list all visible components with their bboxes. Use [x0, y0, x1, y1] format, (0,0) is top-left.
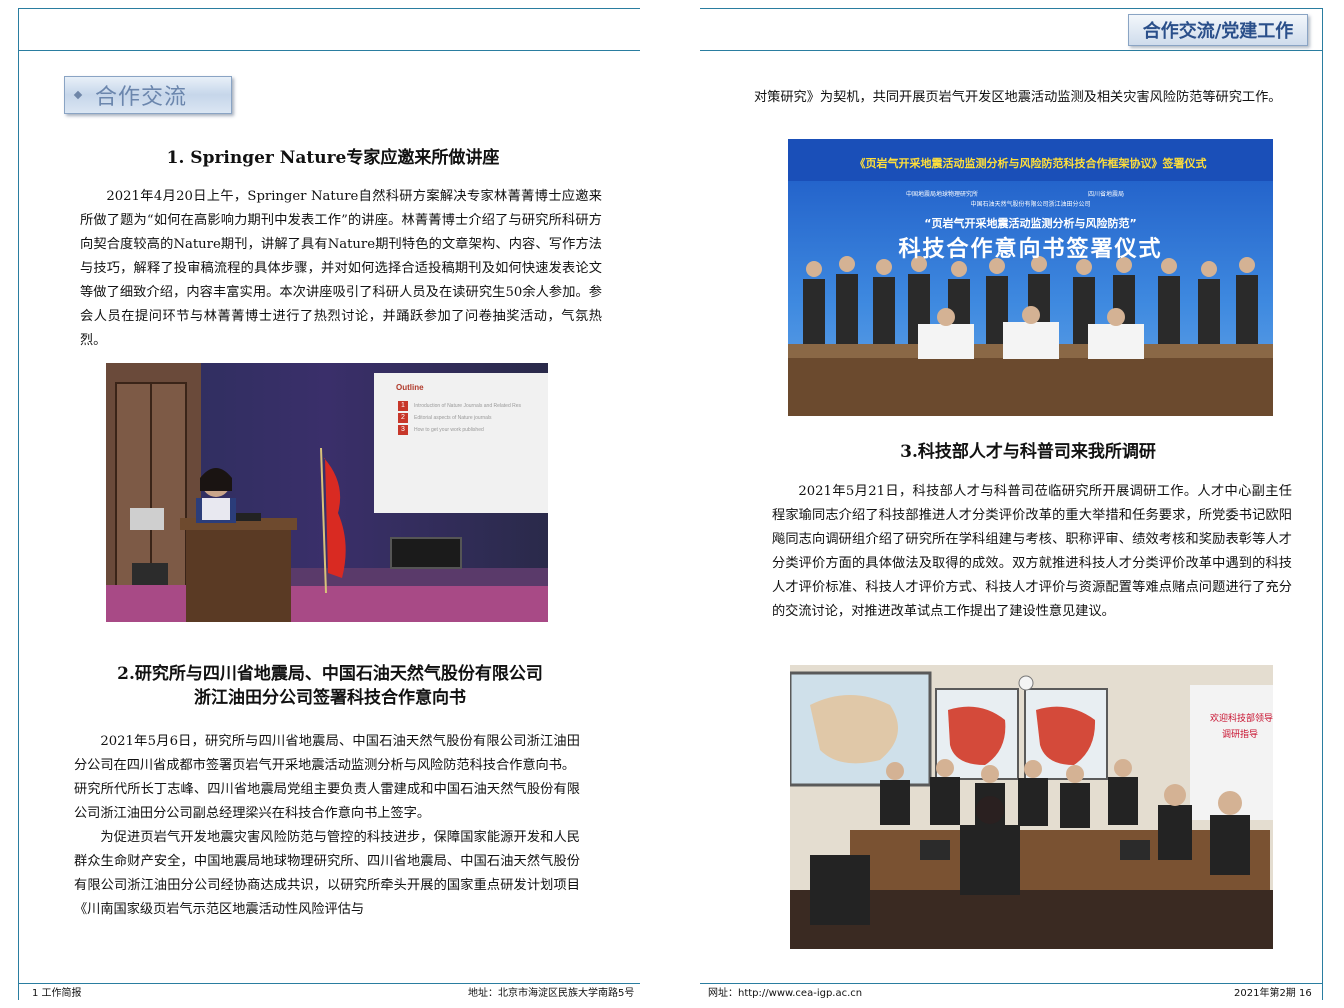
article2-paragraph-2: 研究所代所长丁志峰、四川省地震局党组主要负责人雷建成和中国石油天然气股份有限公司…	[74, 782, 580, 821]
footer-right-website: 网址：http://www.cea-igp.ac.cn	[708, 988, 863, 999]
signing-ceremony-photo: 《页岩气开采地震活动监测分析与风险防范科技合作框架协议》签署仪式 中国地震局地球…	[788, 139, 1273, 416]
slide-heading: Outline	[396, 383, 424, 392]
article2-title-line2: 浙江油田分公司签署科技合作意向书	[194, 688, 466, 708]
badge-diamond-icon	[73, 90, 83, 100]
banner-subtitle: “页岩气开采地震活动监测分析与风险防范”	[924, 217, 1137, 230]
slide-item-number: 3	[398, 425, 408, 435]
right-header-rule	[700, 50, 1322, 51]
section-title: 合作交流	[95, 85, 188, 110]
signing-ceremony-drawing	[788, 139, 1273, 416]
screen-welcome-line1: 欢迎科技部领导	[1210, 714, 1273, 724]
banner-org-2: 四川省地震局	[1088, 191, 1125, 198]
banner-main-title: 科技合作意向书签署仪式	[898, 237, 1163, 262]
article3-body: 2021年5月21日，科技部人才与科普司莅临研究所开展调研工作。人才中心副主任程…	[772, 480, 1292, 624]
article1-paragraph: 2021年4月20日上午，Springer Nature自然科研方案解决专家林菁…	[80, 189, 602, 348]
meeting-photo: 欢迎科技部领导 调研指导	[790, 665, 1273, 949]
footer-right-issue: 2021年第2期 16	[1234, 988, 1312, 999]
article1-body: 2021年4月20日上午，Springer Nature自然科研方案解决专家林菁…	[80, 185, 602, 353]
right-top-border	[700, 8, 1322, 9]
article1-title: 1. Springer Nature专家应邀来所做讲座	[166, 148, 500, 168]
article2-title-line1: 2.研究所与四川省地震局、中国石油天然气股份有限公司	[117, 664, 543, 684]
footer-left-address: 地址：北京市海淀区民族大学南路5号	[468, 988, 635, 999]
article2-continued: 对策研究》为契机，共同开展页岩气开发区地震活动监测及相关灾害风险防范等研究工作。	[754, 86, 1284, 110]
slide-item: 3 How to get your work published	[398, 425, 521, 435]
footer-left-page: 1 工作简报	[32, 988, 82, 999]
article2-paragraph-3: 为促进页岩气开发地震灾害风险防范与管控的科技进步，保障国家能源开发和人民群众生命…	[74, 830, 580, 917]
article2-body: 2021年5月6日，研究所与四川省地震局、中国石油天然气股份有限公司浙江油田分公…	[74, 730, 580, 922]
slide-item-number: 2	[398, 413, 408, 423]
left-top-border	[18, 8, 640, 9]
section-badge: 合作交流	[64, 76, 232, 114]
meeting-photo-drawing	[790, 665, 1273, 949]
slide-item: 2 Editorial aspects of Nature journals	[398, 413, 521, 423]
article3-title: 3.科技部人才与科普司来我所调研	[900, 442, 1156, 462]
banner-top-line: 《页岩气开采地震活动监测分析与风险防范科技合作框架协议》签署仪式	[854, 157, 1207, 170]
slide-outline-list: 1 Introduction of Nature Journals and Re…	[398, 401, 521, 435]
article2-paragraph-1: 2021年5月6日，研究所与四川省地震局、中国石油天然气股份有限公司浙江油田分公…	[74, 734, 580, 773]
article3-paragraph: 2021年5月21日，科技部人才与科普司莅临研究所开展调研工作。人才中心副主任程…	[772, 484, 1292, 619]
banner-org-3: 中国石油天然气股份有限公司浙江油田分公司	[970, 201, 1091, 208]
article2-continued-text: 对策研究》为契机，共同开展页岩气开发区地震活动监测及相关灾害风险防范等研究工作。	[754, 90, 1282, 105]
slide-item-text: Introduction of Nature Journals and Rela…	[414, 403, 522, 409]
lecture-photo: Outline 1 Introduction of Nature Journal…	[106, 363, 548, 622]
left-header-rule	[18, 50, 640, 51]
banner-org-1: 中国地震局地球物理研究所	[906, 191, 979, 198]
slide-item-number: 1	[398, 401, 408, 411]
slide-item: 1 Introduction of Nature Journals and Re…	[398, 401, 521, 411]
screen-welcome-line2: 调研指导	[1222, 730, 1259, 740]
slide-item-text: Editorial aspects of Nature journals	[414, 415, 492, 421]
section-tab-header: 合作交流/党建工作	[1128, 14, 1308, 46]
right-page-frame	[1322, 8, 1323, 1000]
slide-item-text: How to get your work published	[414, 427, 484, 433]
